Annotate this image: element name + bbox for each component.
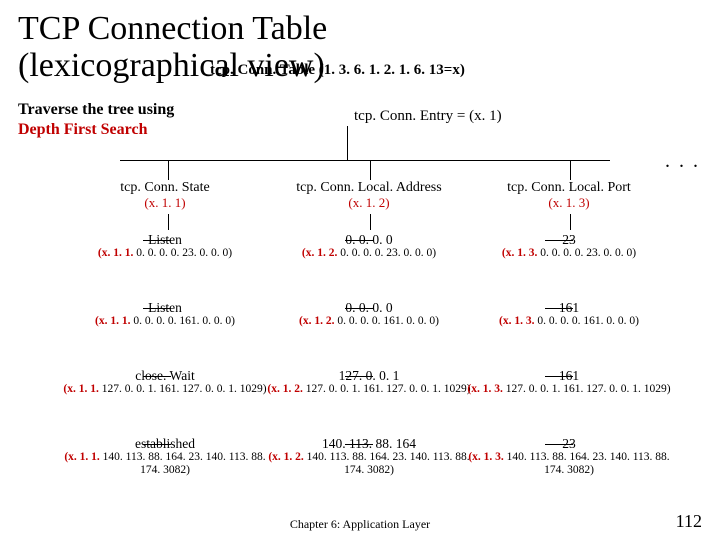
column-name: tcp. Conn. Local. Port: [464, 180, 674, 196]
cell-oid-rest: 140. 113. 88. 164. 23. 140. 113. 88. 174…: [504, 451, 670, 476]
column-oid: (x. 1. 2): [264, 196, 474, 211]
column-oid: (x. 1. 1): [60, 196, 270, 211]
cell-value: 23: [464, 232, 674, 247]
cell-oid-rest: 0. 0. 0. 0. 161. 0. 0. 0): [335, 315, 439, 327]
traverse-line-1: Traverse the tree using: [18, 101, 174, 118]
ellipsis: . . .: [665, 150, 700, 173]
cell-oid-rest: 127. 0. 0. 1. 161. 127. 0. 0. 1. 1029): [303, 383, 471, 395]
cell-value: 23: [464, 436, 674, 451]
cell-value: 161: [464, 300, 674, 315]
cell-value: Listen: [60, 300, 270, 315]
cell-state-row2: Listen (x. 1. 1. 0. 0. 0. 0. 161. 0. 0. …: [60, 300, 270, 328]
cell-oid-prefix: (x. 1. 3.: [499, 315, 534, 327]
drop2-col-2: [370, 214, 371, 230]
cell-oid-prefix: (x. 1. 3.: [502, 247, 537, 259]
column-header-local-address: tcp. Conn. Local. Address (x. 1. 2): [264, 180, 474, 211]
traverse-line-2: Depth First Search: [18, 121, 147, 138]
column-header-state: tcp. Conn. State (x. 1. 1): [60, 180, 270, 211]
cell-value: 140. 113. 88. 164: [264, 436, 474, 451]
cell-oid-prefix: (x. 1. 3.: [468, 451, 503, 463]
cell-state-row3: close. Wait (x. 1. 1. 127. 0. 0. 1. 161.…: [60, 368, 270, 396]
entry-label: tcp. Conn. Entry = (x. 1): [354, 108, 502, 125]
tree-hbar: [120, 160, 610, 161]
drop2-col-1: [168, 214, 169, 230]
cell-oid-rest: 0. 0. 0. 0. 23. 0. 0. 0): [133, 247, 232, 259]
title-line-1: TCP Connection Table: [18, 10, 327, 47]
cell-oid-rest: 0. 0. 0. 0. 161. 0. 0. 0): [131, 315, 235, 327]
cell-value: 0. 0. 0. 0: [264, 300, 474, 315]
column-name: tcp. Conn. Local. Address: [264, 180, 474, 196]
cell-addr-row4: 140. 113. 88. 164 (x. 1. 2. 140. 113. 88…: [264, 436, 474, 477]
footer-page-number: 112: [676, 511, 702, 532]
cell-oid-prefix: (x. 1. 2.: [302, 247, 337, 259]
cell-addr-row1: 0. 0. 0. 0 (x. 1. 2. 0. 0. 0. 0. 23. 0. …: [264, 232, 474, 260]
cell-oid-rest: 0. 0. 0. 0. 23. 0. 0. 0): [537, 247, 636, 259]
cell-oid-prefix: (x. 1. 3.: [467, 383, 502, 395]
drop-col-3: [570, 160, 571, 180]
drop-col-2: [370, 160, 371, 180]
cell-port-row2: 161 (x. 1. 3. 0. 0. 0. 0. 161. 0. 0. 0): [464, 300, 674, 328]
cell-value: Listen: [60, 232, 270, 247]
cell-value: 127. 0. 0. 1: [264, 368, 474, 383]
cell-state-row1: Listen (x. 1. 1. 0. 0. 0. 0. 23. 0. 0. 0…: [60, 232, 270, 260]
cell-oid-rest: 127. 0. 0. 1. 161. 127. 0. 0. 1. 1029): [503, 383, 671, 395]
cell-value: close. Wait: [60, 368, 270, 383]
cell-port-row1: 23 (x. 1. 3. 0. 0. 0. 0. 23. 0. 0. 0): [464, 232, 674, 260]
cell-addr-row3: 127. 0. 0. 1 (x. 1. 2. 127. 0. 0. 1. 161…: [264, 368, 474, 396]
cell-oid-prefix: (x. 1. 1.: [63, 383, 98, 395]
cell-oid-rest: 0. 0. 0. 0. 161. 0. 0. 0): [535, 315, 639, 327]
traverse-note: Traverse the tree using Depth First Sear…: [18, 100, 174, 140]
column-header-local-port: tcp. Conn. Local. Port (x. 1. 3): [464, 180, 674, 211]
cell-oid-prefix: (x. 1. 1.: [98, 247, 133, 259]
cell-oid-prefix: (x. 1. 1.: [95, 315, 130, 327]
drop2-col-3: [570, 214, 571, 230]
cell-value: 0. 0. 0. 0: [264, 232, 474, 247]
cell-addr-row2: 0. 0. 0. 0 (x. 1. 2. 0. 0. 0. 0. 161. 0.…: [264, 300, 474, 328]
cell-oid-rest: 140. 113. 88. 164. 23. 140. 113. 88. 174…: [304, 451, 470, 476]
cell-oid-rest: 127. 0. 0. 1. 161. 127. 0. 0. 1. 1029): [99, 383, 267, 395]
tree-stem: [347, 126, 348, 160]
cell-value: established: [60, 436, 270, 451]
cell-port-row4: 23 (x. 1. 3. 140. 113. 88. 164. 23. 140.…: [464, 436, 674, 477]
footer-chapter: Chapter 6: Application Layer: [0, 517, 720, 532]
drop-col-1: [168, 160, 169, 180]
cell-oid-prefix: (x. 1. 1.: [64, 451, 99, 463]
cell-value: 161: [464, 368, 674, 383]
cell-oid-prefix: (x. 1. 2.: [268, 451, 303, 463]
cell-oid-prefix: (x. 1. 2.: [267, 383, 302, 395]
cell-oid-prefix: (x. 1. 2.: [299, 315, 334, 327]
cell-state-row4: established (x. 1. 1. 140. 113. 88. 164.…: [60, 436, 270, 477]
table-oid-label: tcp. Conn. Table (1. 3. 6. 1. 2. 1. 6. 1…: [210, 62, 465, 79]
column-oid: (x. 1. 3): [464, 196, 674, 211]
column-name: tcp. Conn. State: [60, 180, 270, 196]
cell-oid-rest: 0. 0. 0. 0. 23. 0. 0. 0): [337, 247, 436, 259]
cell-port-row3: 161 (x. 1. 3. 127. 0. 0. 1. 161. 127. 0.…: [464, 368, 674, 396]
cell-oid-rest: 140. 113. 88. 164. 23. 140. 113. 88. 174…: [100, 451, 266, 476]
slide: TCP Connection Table (lexicographical vi…: [0, 0, 720, 540]
